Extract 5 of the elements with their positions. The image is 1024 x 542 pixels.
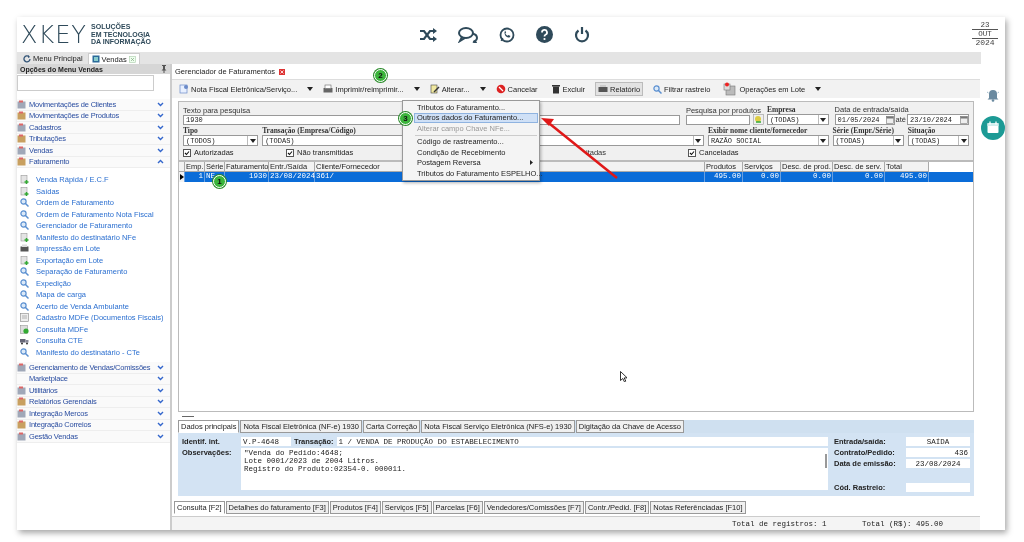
step-badge: 1 xyxy=(213,175,226,188)
logo: XKEY xyxy=(21,22,87,47)
step-badge: 3 xyxy=(399,112,412,125)
date-year: 2024 xyxy=(975,39,995,49)
step-badge: 2 xyxy=(374,69,387,82)
